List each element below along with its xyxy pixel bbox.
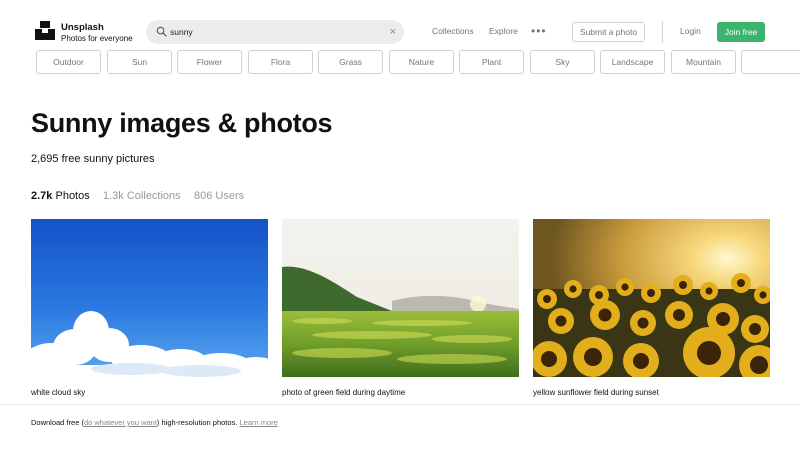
tab-photos[interactable]: 2.7k Photos <box>31 190 90 202</box>
tag-sun[interactable]: Sun <box>107 50 172 74</box>
tab-collections-count: 1.3k <box>103 190 124 202</box>
license-link[interactable]: do whatever you want <box>84 418 157 427</box>
search-icon <box>156 26 167 37</box>
tab-collections-label: Collections <box>126 190 181 202</box>
tab-collections[interactable]: 1.3k Collections <box>103 190 181 202</box>
download-banner-text: Download free (do whatever you want) hig… <box>31 418 278 427</box>
learn-more-link[interactable]: Learn more <box>239 418 277 427</box>
tag-outdoor[interactable]: Outdoor <box>36 50 101 74</box>
photo-card-field[interactable] <box>282 219 519 377</box>
brand-name: Unsplash <box>61 22 104 33</box>
sky-photo-image <box>31 219 268 377</box>
photo-caption-sky[interactable]: white cloud sky <box>31 388 85 397</box>
related-tags: Outdoor Sun Flower Flora Grass Nature Pl… <box>36 50 800 75</box>
tag-flora[interactable]: Flora <box>248 50 313 74</box>
search-bar[interactable]: × <box>146 20 404 44</box>
photo-card-sunflowers[interactable] <box>533 219 770 377</box>
tab-photos-label: Photos <box>55 190 90 202</box>
tab-users[interactable]: 806 Users <box>194 190 244 202</box>
tab-photos-count: 2.7k <box>31 190 53 202</box>
tag-grass[interactable]: Grass <box>318 50 383 74</box>
nav-collections[interactable]: Collections <box>432 26 474 36</box>
clear-search-icon[interactable]: × <box>390 24 396 40</box>
submit-photo-button[interactable]: Submit a photo <box>572 22 645 42</box>
brand[interactable]: Unsplash Photos for everyone <box>61 22 133 45</box>
photo-card-sky[interactable] <box>31 219 268 377</box>
unsplash-logo-icon[interactable] <box>35 21 55 40</box>
brand-tagline: Photos for everyone <box>61 34 133 43</box>
tab-users-label: Users <box>215 190 245 202</box>
header-divider <box>662 21 663 43</box>
join-free-button[interactable]: Join free <box>717 22 765 42</box>
banner-middle: ) high-resolution photos. <box>156 418 238 427</box>
tag-sky[interactable]: Sky <box>530 50 595 74</box>
tag-mountain[interactable]: Mountain <box>671 50 736 74</box>
tag-landscape[interactable]: Landscape <box>600 50 665 74</box>
page-title: Sunny images & photos <box>31 108 333 138</box>
banner-prefix: Download free ( <box>31 418 84 427</box>
tag-nature[interactable]: Nature <box>389 50 454 74</box>
photo-caption-sunflowers[interactable]: yellow sunflower field during sunset <box>533 388 659 397</box>
results-count: 2,695 free sunny pictures <box>31 153 155 165</box>
download-banner: Download free (do whatever you want) hig… <box>0 404 800 450</box>
more-menu-icon[interactable]: ••• <box>531 24 547 38</box>
sunflower-photo-image <box>533 219 770 377</box>
login-link[interactable]: Login <box>680 26 701 36</box>
tag-plant[interactable]: Plant <box>459 50 524 74</box>
tab-users-count: 806 <box>194 190 213 202</box>
field-photo-image <box>282 219 519 377</box>
tag-overflow[interactable] <box>741 50 800 74</box>
photo-caption-field[interactable]: photo of green field during daytime <box>282 388 405 397</box>
top-bar: Unsplash Photos for everyone × Collectio… <box>0 0 800 48</box>
nav-explore[interactable]: Explore <box>489 26 518 36</box>
tag-flower[interactable]: Flower <box>177 50 242 74</box>
search-input[interactable] <box>170 24 370 40</box>
